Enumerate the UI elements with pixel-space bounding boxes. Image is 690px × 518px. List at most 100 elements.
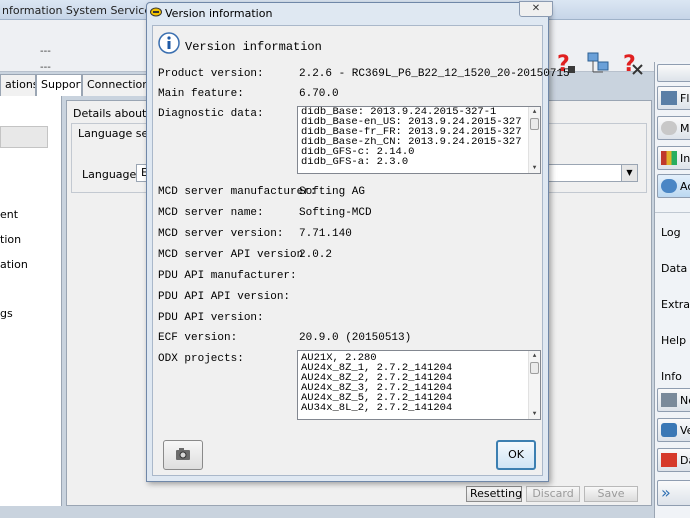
- network-icon[interactable]: [586, 50, 612, 76]
- function-button-label: Ve: [680, 424, 690, 437]
- language-label: Language: [82, 168, 137, 181]
- function-button-label: Da: [680, 454, 690, 467]
- mcd-manufacturer-value: Softing AG: [299, 186, 366, 198]
- left-item[interactable]: ation: [0, 258, 28, 271]
- menu-info[interactable]: Info: [661, 370, 682, 383]
- list-item: didb_Base: 2013.9.24.2015-327-1: [301, 107, 497, 117]
- left-navigation: ent tion ation gs: [0, 96, 62, 506]
- list-item: didb_Base-fr_FR: 2013.9.24.2015-327-1: [301, 127, 523, 137]
- function-button-ve[interactable]: Ve: [657, 418, 690, 442]
- double-chevron-right-icon: »: [661, 483, 671, 502]
- resetting-button[interactable]: Resetting: [466, 486, 522, 502]
- mcd-name-label: MCD server name:: [158, 207, 264, 219]
- list-item: AU24x_8Z_1, 2.7.2_141204: [301, 363, 453, 373]
- list-item: AU24x_8Z_3, 2.7.2_141204: [301, 383, 453, 393]
- menu-data[interactable]: Data: [661, 262, 687, 275]
- save-button[interactable]: Save: [584, 486, 638, 502]
- function-button[interactable]: [657, 64, 690, 82]
- diagnostic-data-list[interactable]: didb_Base: 2013.9.24.2015-327-1 didb_Bas…: [297, 106, 541, 174]
- scroll-thumb[interactable]: [530, 118, 539, 130]
- left-selected-item[interactable]: [0, 126, 48, 148]
- left-item[interactable]: tion: [0, 233, 21, 246]
- camera-icon: [176, 448, 190, 460]
- menu-help[interactable]: Help: [661, 334, 686, 347]
- main-feature-value: 6.70.0: [299, 88, 339, 100]
- pdu-version-label: PDU API version:: [158, 312, 264, 324]
- scroll-up-icon[interactable]: ▲: [529, 107, 540, 117]
- dialog-titlebar[interactable]: Version information ✕: [147, 1, 553, 23]
- list-item: AU21X, 2.280: [301, 353, 377, 363]
- product-version-value: 2.2.6 - RC369L_P6_B22_12_1520_20-2015071…: [299, 68, 570, 80]
- scrollbar[interactable]: ▲ ▼: [528, 107, 540, 173]
- function-button-label: Fl: [680, 92, 690, 105]
- mcd-manufacturer-label: MCD server manufacturer:: [158, 186, 317, 198]
- function-button-da[interactable]: Da: [657, 448, 690, 472]
- divider: [655, 212, 690, 213]
- mcd-name-value: Softing-MCD: [299, 207, 372, 219]
- discard-button[interactable]: Discard: [526, 486, 580, 502]
- status-line: ---: [40, 46, 51, 57]
- function-button-label: Ne: [680, 394, 690, 407]
- function-button-me[interactable]: Me: [657, 116, 690, 140]
- mcd-version-value: 7.71.140: [299, 228, 352, 240]
- pdu-api-api-label: PDU API API version:: [158, 291, 291, 303]
- function-button-label: Me: [680, 122, 690, 135]
- dialog-heading: Version information: [185, 40, 322, 54]
- help-crossed-icon[interactable]: ?: [619, 50, 645, 76]
- tab-support[interactable]: Support: [36, 74, 82, 96]
- ecf-version-value: 20.9.0 (20150513): [299, 332, 412, 344]
- function-button-in[interactable]: In: [657, 146, 690, 170]
- product-version-label: Product version:: [158, 68, 264, 80]
- list-item: didb_Base-zh_CN: 2013.9.24.2015-327-1: [301, 137, 523, 147]
- forward-button[interactable]: »: [657, 480, 690, 506]
- list-item: didb_Base-en_US: 2013.9.24.2015-327-1: [301, 117, 523, 127]
- info-icon: [158, 32, 180, 54]
- list-item: AU24x_8Z_5, 2.7.2_141204: [301, 393, 453, 403]
- chevron-down-icon[interactable]: ▼: [621, 165, 637, 181]
- list-item: didb_GFS-a: 2.3.0: [301, 157, 409, 167]
- ok-button[interactable]: OK: [496, 440, 536, 470]
- function-button-fl[interactable]: Fl: [657, 86, 690, 110]
- mcd-api-label: MCD server API version: [158, 249, 304, 261]
- tab-operations[interactable]: ations: [0, 74, 36, 96]
- details-title: Details about: [73, 107, 147, 120]
- menu-log[interactable]: Log: [661, 226, 681, 239]
- mcd-version-label: MCD server version:: [158, 228, 284, 240]
- list-item: AU34x_8L_2, 2.7.2_141204: [301, 403, 453, 413]
- gauge-icon: [661, 121, 677, 135]
- dialog-title: Version information: [165, 7, 273, 20]
- scroll-thumb[interactable]: [530, 362, 539, 374]
- car-logo-icon: [150, 7, 162, 17]
- close-button[interactable]: ✕: [519, 1, 553, 17]
- gear-icon: [661, 179, 677, 193]
- function-button-label: In: [680, 152, 690, 165]
- function-button-label: Ac: [680, 180, 690, 193]
- version-info-dialog: Version information ✕ Version informatio…: [146, 1, 570, 482]
- function-button-ac[interactable]: Ac: [657, 174, 690, 198]
- ecf-version-label: ECF version:: [158, 332, 238, 344]
- mcd-api-value: 2.0.2: [299, 249, 333, 261]
- tab-connections[interactable]: Connections: [82, 74, 148, 96]
- books-icon: [661, 151, 677, 165]
- warning-icon: [661, 453, 677, 467]
- function-button-ne[interactable]: Ne: [657, 388, 690, 412]
- left-item[interactable]: gs: [0, 307, 13, 320]
- list-item: didb_GFS-c: 2.14.0: [301, 147, 415, 157]
- left-item[interactable]: ent: [0, 208, 18, 221]
- odx-projects-label: ODX projects:: [158, 353, 244, 365]
- diagnostic-data-label: Diagnostic data:: [158, 108, 264, 120]
- main-feature-label: Main feature:: [158, 88, 244, 100]
- flash-icon: [661, 91, 677, 105]
- scroll-up-icon[interactable]: ▲: [529, 351, 540, 361]
- screenshot-button[interactable]: [163, 440, 203, 470]
- check-icon: [661, 393, 677, 407]
- pdu-manufacturer-label: PDU API manufacturer:: [158, 270, 297, 282]
- right-function-panel: Fl Me In Ac Log Data Extra Help Info Ne …: [654, 62, 690, 518]
- menu-extra[interactable]: Extra: [661, 298, 690, 311]
- database-icon: [661, 423, 677, 437]
- scrollbar[interactable]: ▲ ▼: [528, 351, 540, 419]
- odx-projects-list[interactable]: AU21X, 2.280 AU24x_8Z_1, 2.7.2_141204 AU…: [297, 350, 541, 420]
- scroll-down-icon[interactable]: ▼: [529, 163, 540, 173]
- scroll-down-icon[interactable]: ▼: [529, 409, 540, 419]
- close-icon: ✕: [531, 3, 541, 14]
